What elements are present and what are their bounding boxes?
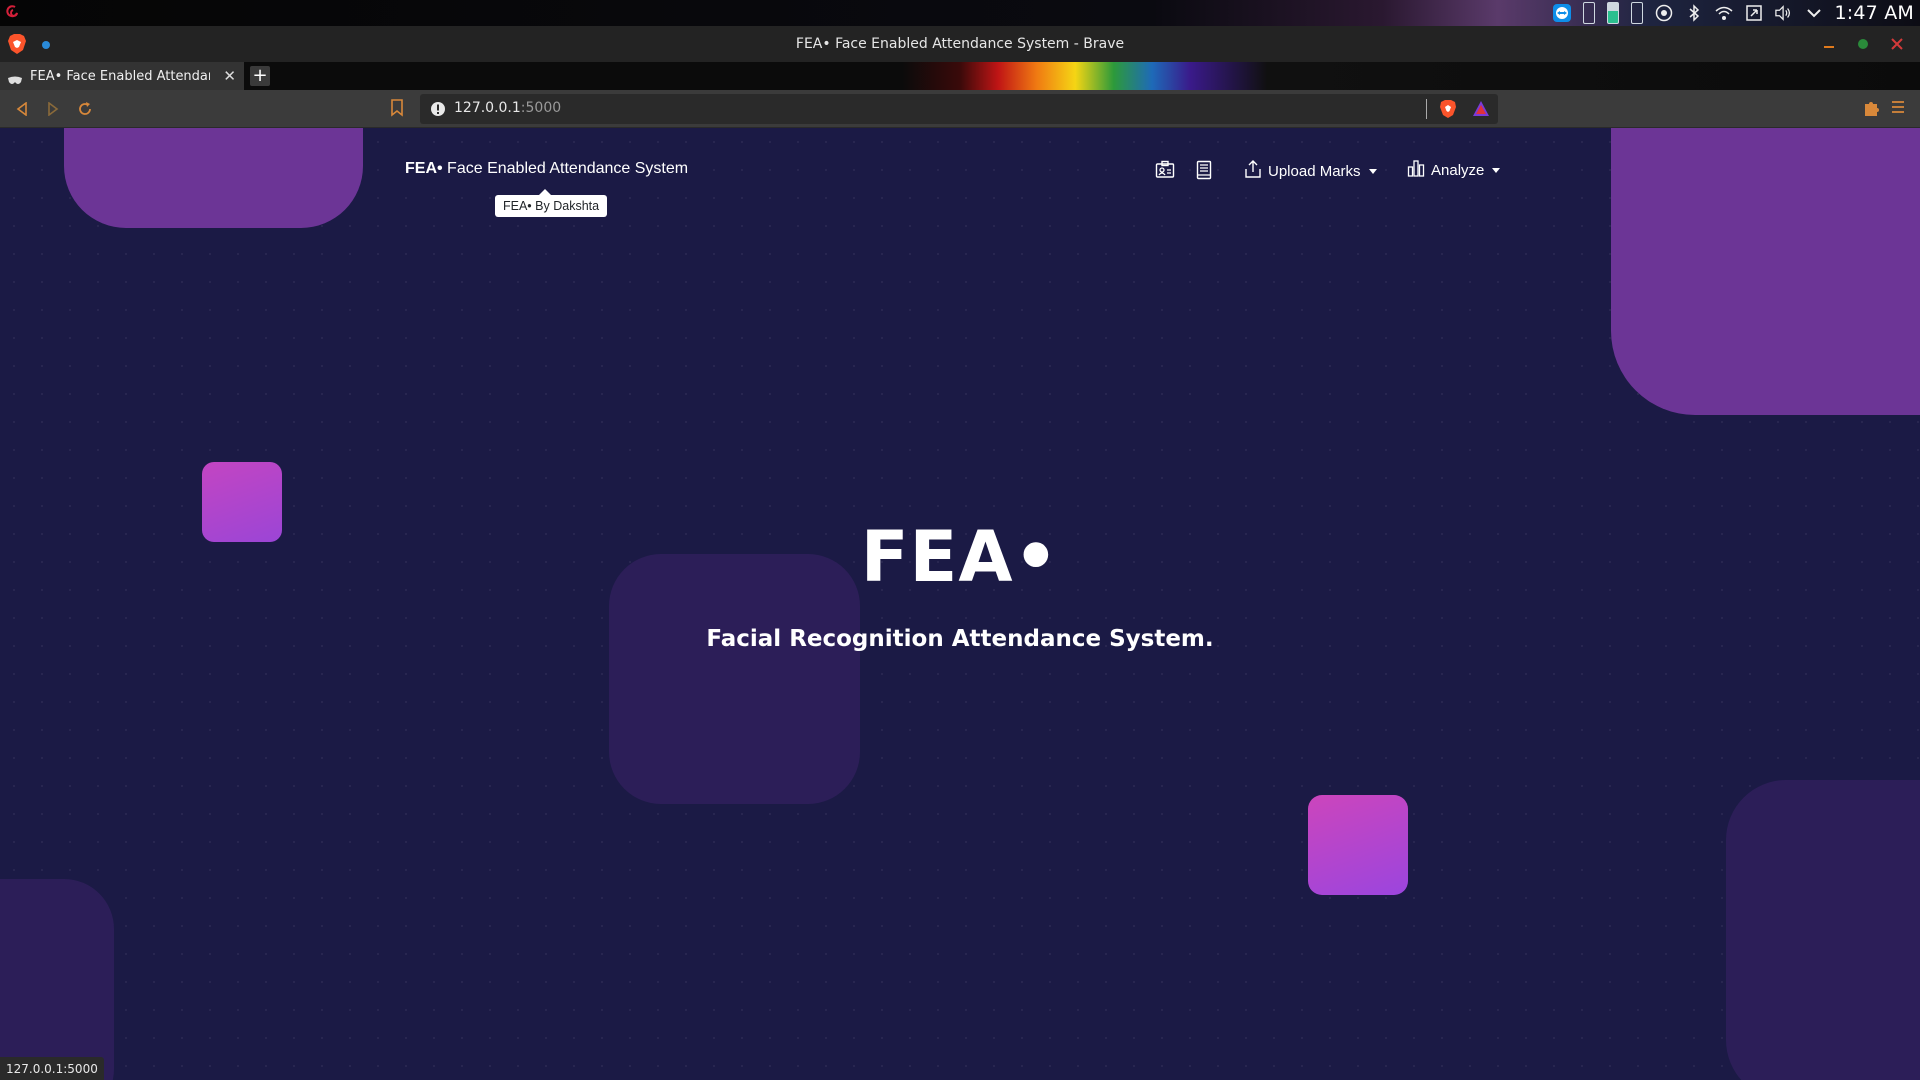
- brave-shields-icon[interactable]: [1438, 99, 1458, 119]
- maximize-icon[interactable]: [1854, 35, 1872, 53]
- navbar-brand[interactable]: FEA• Face Enabled Attendance System: [405, 160, 688, 178]
- window-title: FEA• Face Enabled Attendance System - Br…: [795, 36, 1125, 52]
- tab-active[interactable]: FEA• Face Enabled Attendance System ✕: [0, 62, 244, 90]
- tooltip-arrow: [539, 189, 551, 195]
- phone-battery-icon[interactable]: [1630, 2, 1643, 24]
- bookmark-icon[interactable]: [390, 99, 406, 119]
- system-tray: 1:47 AM: [1552, 0, 1915, 26]
- new-tab-button[interactable]: +: [250, 66, 270, 86]
- phone-battery-icon[interactable]: [1582, 2, 1595, 24]
- decorative-shape: [64, 128, 363, 228]
- back-icon[interactable]: [12, 99, 32, 119]
- brave-logo-icon[interactable]: [7, 33, 27, 55]
- decorative-shape: [0, 879, 114, 1080]
- forward-icon[interactable]: [43, 99, 63, 119]
- analyze-label: Analyze: [1431, 161, 1485, 179]
- mask-icon: [8, 71, 22, 84]
- tab-strip: FEA• Face Enabled Attendance System ✕ +: [0, 62, 1920, 90]
- tab-close-icon[interactable]: ✕: [223, 67, 236, 85]
- list-document-icon[interactable]: [1194, 160, 1214, 180]
- hero-subtitle: Facial Recognition Attendance System.: [706, 626, 1214, 652]
- chevron-down-icon[interactable]: [1805, 4, 1823, 22]
- analyze-dropdown[interactable]: Analyze: [1407, 159, 1501, 181]
- caret-down-icon: [1368, 168, 1377, 174]
- screen-icon[interactable]: [1745, 4, 1763, 22]
- page-viewport: FEA• Face Enabled Attendance System FEA•…: [0, 128, 1920, 1080]
- bluetooth-icon[interactable]: [1685, 4, 1703, 22]
- phone-battery-icon[interactable]: [1606, 2, 1619, 24]
- debian-icon[interactable]: [4, 3, 22, 21]
- brave-rewards-icon[interactable]: [1472, 100, 1490, 118]
- upload-marks-label: Upload Marks: [1268, 162, 1361, 180]
- caret-down-icon: [1492, 167, 1501, 173]
- window-indicator-dot: [42, 41, 50, 49]
- upload-icon: [1244, 159, 1262, 183]
- minimize-icon[interactable]: [1820, 35, 1838, 53]
- close-icon[interactable]: [1888, 35, 1906, 53]
- decorative-shape: [1611, 128, 1920, 415]
- url-text[interactable]: 127.0.0.1:5000: [454, 100, 561, 116]
- window-controls: [1820, 35, 1906, 53]
- wifi-icon[interactable]: [1715, 4, 1733, 22]
- brand-rest: Face Enabled Attendance System: [442, 160, 689, 177]
- volume-icon[interactable]: [1774, 4, 1793, 22]
- link-status-bar: 127.0.0.1:5000: [0, 1057, 104, 1080]
- address-bar[interactable]: 127.0.0.1:5000: [420, 94, 1498, 124]
- menu-icon[interactable]: [1890, 99, 1910, 119]
- info-icon[interactable]: [430, 101, 446, 117]
- url-separator: [1426, 99, 1427, 119]
- extensions-icon[interactable]: [1862, 99, 1882, 119]
- hero-title: FEA•: [860, 516, 1060, 598]
- upload-marks-dropdown[interactable]: Upload Marks: [1244, 159, 1377, 183]
- clock[interactable]: 1:47 AM: [1835, 2, 1915, 24]
- url-port: :5000: [520, 100, 562, 116]
- status-url: 127.0.0.1:5000: [6, 1061, 98, 1076]
- keyboard-layout-icon[interactable]: [1655, 4, 1673, 22]
- bar-chart-icon: [1407, 159, 1425, 181]
- window-titlebar: FEA• Face Enabled Attendance System - Br…: [0, 26, 1920, 62]
- brand-tooltip: FEA• By Dakshta: [495, 189, 608, 217]
- id-card-icon[interactable]: [1155, 160, 1175, 180]
- browser-toolbar: 127.0.0.1:5000: [0, 90, 1920, 128]
- tab-title: FEA• Face Enabled Attendance System: [30, 68, 210, 84]
- decorative-shape: [1726, 780, 1920, 1080]
- brand-strong: FEA•: [405, 160, 443, 177]
- url-host: 127.0.0.1: [454, 100, 521, 116]
- decorative-shape: [1308, 795, 1408, 895]
- tooltip-text: FEA• By Dakshta: [503, 199, 600, 213]
- os-top-panel: 1:47 AM: [0, 0, 1920, 26]
- reload-icon[interactable]: [75, 99, 95, 119]
- teamviewer-icon[interactable]: [1552, 4, 1571, 22]
